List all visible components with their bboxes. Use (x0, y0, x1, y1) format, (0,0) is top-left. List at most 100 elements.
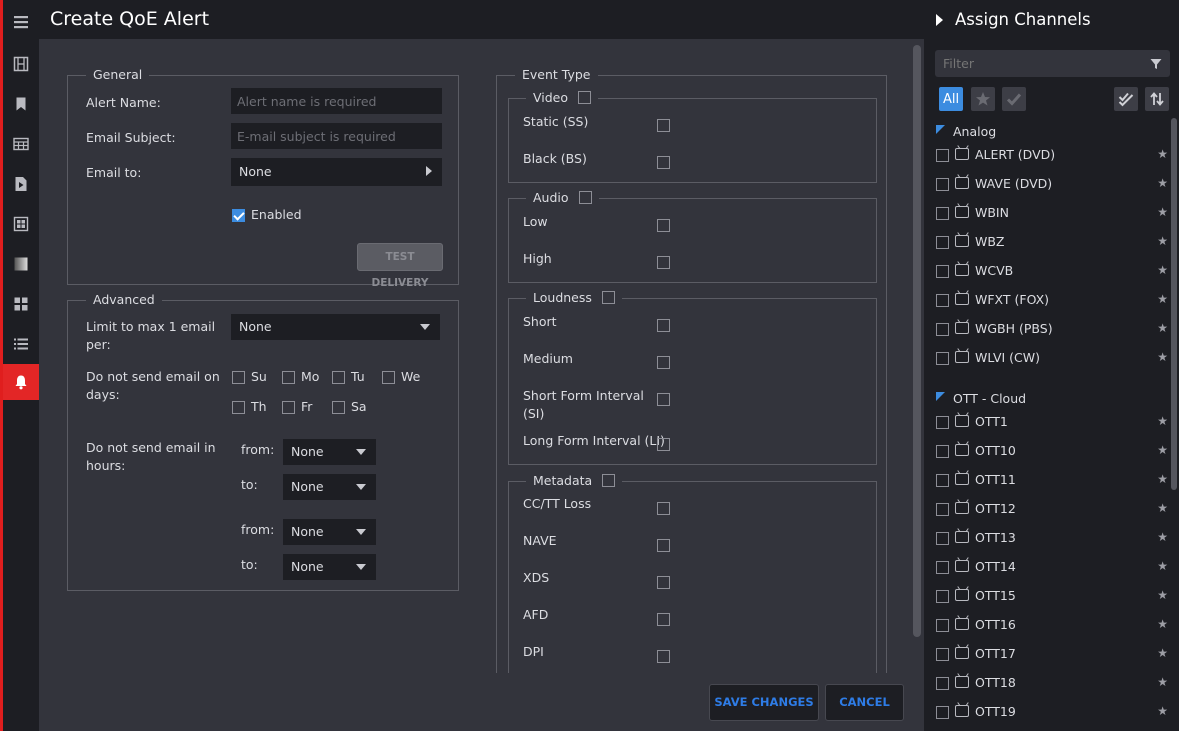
channel-row[interactable]: OTT17 ★ (936, 645, 1168, 665)
audio-item-0-checkbox[interactable] (657, 219, 670, 232)
select-all-icon[interactable] (1114, 87, 1138, 111)
channel-checkbox[interactable] (936, 474, 949, 487)
day-we-checkbox[interactable] (382, 371, 395, 384)
channel-checkbox[interactable] (936, 561, 949, 574)
channel-row[interactable]: OTT1 ★ (936, 413, 1168, 433)
channel-row[interactable]: OTT13 ★ (936, 529, 1168, 549)
star-icon[interactable]: ★ (1157, 443, 1168, 457)
group-ott-cloud[interactable]: OTT - Cloud (936, 391, 1026, 406)
day-fr-checkbox[interactable] (282, 401, 295, 414)
channel-checkbox[interactable] (936, 416, 949, 429)
expand-arrow-icon[interactable] (936, 14, 943, 26)
save-changes-button[interactable]: SAVE CHANGES (709, 684, 819, 721)
cancel-button[interactable]: CANCEL (825, 684, 904, 721)
grid-view-icon[interactable] (3, 204, 39, 244)
list-icon[interactable] (3, 324, 39, 364)
metadata-all-checkbox[interactable] (602, 474, 616, 487)
channel-checkbox[interactable] (936, 236, 949, 249)
channel-checkbox[interactable] (936, 207, 949, 220)
channel-row[interactable]: OTT10 ★ (936, 442, 1168, 462)
channel-row[interactable]: OTT19 ★ (936, 703, 1168, 723)
star-icon[interactable]: ★ (1157, 263, 1168, 277)
channel-checkbox[interactable] (936, 590, 949, 603)
day-th-checkbox[interactable] (232, 401, 245, 414)
star-icon[interactable]: ★ (1157, 530, 1168, 544)
channel-checkbox[interactable] (936, 323, 949, 336)
test-delivery-button[interactable]: TEST DELIVERY (357, 243, 443, 289)
day-sa-checkbox[interactable] (332, 401, 345, 414)
metadata-item-2-checkbox[interactable] (657, 576, 670, 589)
gradient-icon[interactable] (3, 244, 39, 284)
from-dropdown-2[interactable]: None (283, 519, 376, 545)
channel-row[interactable]: OTT11 ★ (936, 471, 1168, 491)
channel-checkbox[interactable] (936, 677, 949, 690)
star-filter-icon[interactable] (971, 87, 995, 111)
audio-item-1-checkbox[interactable] (657, 256, 670, 269)
channel-checkbox[interactable] (936, 294, 949, 307)
channel-checkbox[interactable] (936, 503, 949, 516)
loudness-item-2-checkbox[interactable] (657, 393, 670, 406)
channel-checkbox[interactable] (936, 532, 949, 545)
channel-row[interactable]: OTT15 ★ (936, 587, 1168, 607)
film-icon[interactable] (3, 44, 39, 84)
channel-row[interactable]: WAVE (DVD) ★ (936, 175, 1168, 195)
menu-icon[interactable] (3, 0, 39, 44)
star-icon[interactable]: ★ (1157, 147, 1168, 161)
star-icon[interactable]: ★ (1157, 292, 1168, 306)
metadata-item-3-checkbox[interactable] (657, 613, 670, 626)
loudness-item-3-checkbox[interactable] (657, 438, 670, 451)
from-dropdown-1[interactable]: None (283, 439, 376, 465)
star-icon[interactable]: ★ (1157, 675, 1168, 689)
form-scrollbar-thumb[interactable] (913, 45, 921, 637)
channel-row[interactable]: WBIN ★ (936, 204, 1168, 224)
channel-row[interactable]: ALERT (DVD) ★ (936, 146, 1168, 166)
day-mo-checkbox[interactable] (282, 371, 295, 384)
channel-row[interactable]: OTT16 ★ (936, 616, 1168, 636)
channel-row[interactable]: WBZ ★ (936, 233, 1168, 253)
channel-checkbox[interactable] (936, 619, 949, 632)
enabled-checkbox[interactable] (232, 209, 245, 222)
channel-checkbox[interactable] (936, 445, 949, 458)
play-file-icon[interactable] (3, 164, 39, 204)
star-icon[interactable]: ★ (1157, 588, 1168, 602)
channel-checkbox[interactable] (936, 648, 949, 661)
channel-row[interactable]: WCVB ★ (936, 262, 1168, 282)
channel-checkbox[interactable] (936, 178, 949, 191)
checked-filter-icon[interactable] (1002, 87, 1026, 111)
star-icon[interactable]: ★ (1157, 472, 1168, 486)
form-scrollbar[interactable] (913, 45, 921, 637)
star-icon[interactable]: ★ (1157, 205, 1168, 219)
channel-row[interactable]: OTT14 ★ (936, 558, 1168, 578)
email-subject-input[interactable] (231, 123, 442, 149)
channel-checkbox[interactable] (936, 706, 949, 719)
star-icon[interactable]: ★ (1157, 321, 1168, 335)
star-icon[interactable]: ★ (1157, 501, 1168, 515)
video-all-checkbox[interactable] (578, 91, 592, 104)
star-icon[interactable]: ★ (1157, 350, 1168, 364)
dashboard-icon[interactable] (3, 284, 39, 324)
channel-checkbox[interactable] (936, 265, 949, 278)
to-dropdown-1[interactable]: None (283, 474, 376, 500)
video-item-0-checkbox[interactable] (657, 119, 670, 132)
star-icon[interactable]: ★ (1157, 176, 1168, 190)
channel-row[interactable]: OTT12 ★ (936, 500, 1168, 520)
metadata-item-0-checkbox[interactable] (657, 502, 670, 515)
channel-row[interactable]: WGBH (PBS) ★ (936, 320, 1168, 340)
sort-icon[interactable] (1145, 87, 1169, 111)
group-analog[interactable]: Analog (936, 124, 996, 139)
to-dropdown-2[interactable]: None (283, 554, 376, 580)
star-icon[interactable]: ★ (1157, 234, 1168, 248)
bell-icon[interactable] (3, 364, 39, 400)
email-to-dropdown[interactable]: None (231, 158, 442, 186)
limit-dropdown[interactable]: None (231, 314, 440, 340)
metadata-item-1-checkbox[interactable] (657, 539, 670, 552)
channel-row[interactable]: OTT18 ★ (936, 674, 1168, 694)
audio-all-checkbox[interactable] (578, 191, 592, 204)
star-icon[interactable]: ★ (1157, 414, 1168, 428)
loudness-item-0-checkbox[interactable] (657, 319, 670, 332)
video-item-1-checkbox[interactable] (657, 156, 670, 169)
bookmark-icon[interactable] (3, 84, 39, 124)
loudness-item-1-checkbox[interactable] (657, 356, 670, 369)
star-icon[interactable]: ★ (1157, 559, 1168, 573)
loudness-all-checkbox[interactable] (601, 291, 615, 304)
